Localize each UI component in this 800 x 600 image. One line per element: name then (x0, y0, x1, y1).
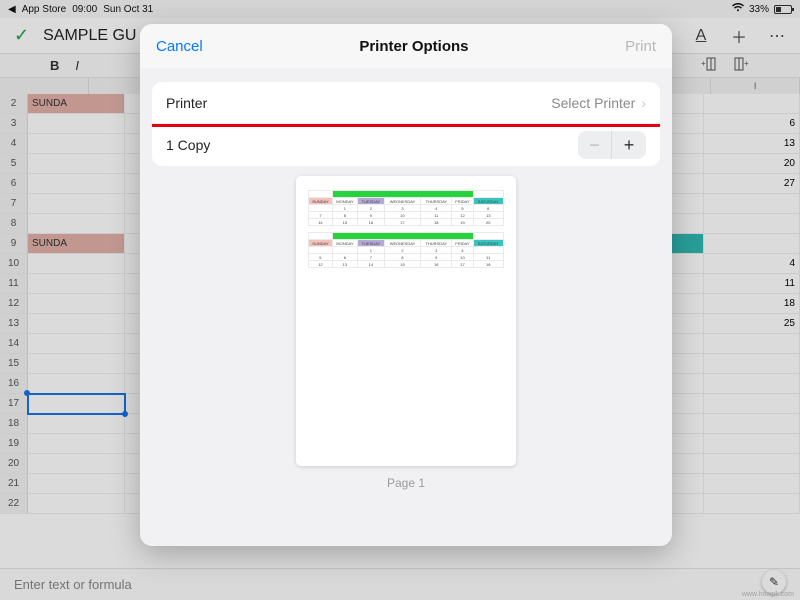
copies-stepper: − + (578, 131, 646, 159)
print-preview: SUNDAYMONDAYTUESDAYWEDNESDAYTHURSDAYFRID… (140, 166, 672, 546)
cancel-button[interactable]: Cancel (156, 38, 203, 55)
printer-label: Printer (166, 95, 551, 111)
modal-header: Cancel Printer Options Print (140, 24, 672, 68)
modal-title: Printer Options (359, 38, 468, 55)
preview-table-2: SUNDAYMONDAYTUESDAYWEDNESDAYTHURSDAYFRID… (308, 232, 504, 268)
printer-value: Select Printer (551, 95, 635, 111)
chevron-right-icon: › (641, 95, 646, 111)
decrement-button[interactable]: − (578, 131, 612, 159)
copies-label: 1 Copy (166, 137, 578, 153)
print-button: Print (625, 38, 656, 55)
printer-options-modal: Cancel Printer Options Print Printer Sel… (140, 24, 672, 546)
increment-button[interactable]: + (612, 131, 646, 159)
preview-table-1: SUNDAYMONDAYTUESDAYWEDNESDAYTHURSDAYFRID… (308, 190, 504, 226)
page-label: Page 1 (387, 476, 425, 490)
preview-page[interactable]: SUNDAYMONDAYTUESDAYWEDNESDAYTHURSDAYFRID… (296, 176, 516, 466)
printer-row[interactable]: Printer Select Printer › (152, 82, 660, 124)
copies-row: 1 Copy − + (152, 124, 660, 166)
options-group: Printer Select Printer › 1 Copy − + (152, 82, 660, 166)
